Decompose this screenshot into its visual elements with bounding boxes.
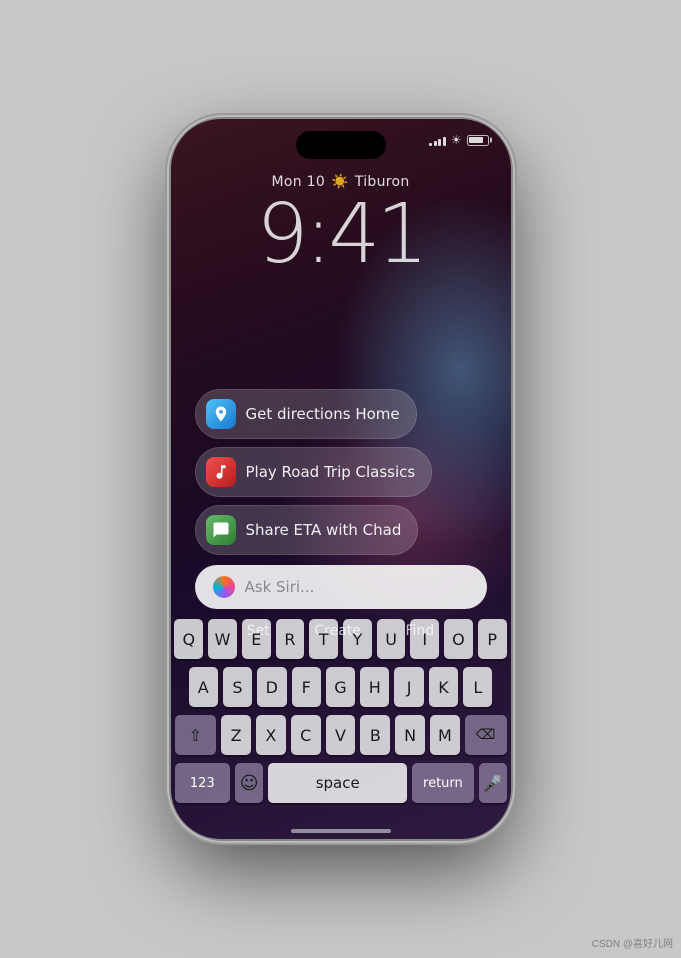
suggestion-music-label: Play Road Trip Classics (246, 463, 416, 481)
key-a[interactable]: A (189, 667, 218, 707)
signal-icon (429, 135, 446, 146)
key-v[interactable]: V (326, 715, 356, 755)
key-p[interactable]: P (478, 619, 507, 659)
keyboard-row-3: ⇧ Z X C V B N M ⌫ (175, 715, 507, 755)
battery-icon (467, 135, 489, 146)
key-n[interactable]: N (395, 715, 425, 755)
shift-key[interactable]: ⇧ (175, 715, 217, 755)
keyboard-row-2: A S D F G H J K L (175, 667, 507, 707)
siri-orb-icon (213, 576, 235, 598)
phone-device: ☀ Mon 10 ☀️ Tiburon 9:41 Get directions … (171, 119, 511, 839)
siri-input-row[interactable]: Ask Siri... (195, 565, 487, 609)
key-q[interactable]: Q (174, 619, 203, 659)
delete-key[interactable]: ⌫ (465, 715, 507, 755)
keyboard: Q W E R T Y U I O P A S D F G H J K L ⇧ … (171, 619, 511, 811)
home-indicator (291, 829, 391, 833)
emoji-key[interactable]: ☺ (235, 763, 263, 803)
key-w[interactable]: W (208, 619, 237, 659)
key-m[interactable]: M (430, 715, 460, 755)
wifi-icon: ☀ (451, 133, 462, 147)
suggestion-directions[interactable]: Get directions Home (195, 389, 417, 439)
siri-suggestions-area: Get directions Home Play Road Trip Class… (171, 389, 511, 645)
dynamic-island (296, 131, 386, 159)
key-i[interactable]: I (410, 619, 439, 659)
keyboard-row-1: Q W E R T Y U I O P (175, 619, 507, 659)
siri-placeholder: Ask Siri... (245, 578, 469, 596)
key-c[interactable]: C (291, 715, 321, 755)
key-k[interactable]: K (429, 667, 458, 707)
dictate-key[interactable]: 🎤 (479, 763, 507, 803)
key-x[interactable]: X (256, 715, 286, 755)
space-key[interactable]: space (268, 763, 407, 803)
key-h[interactable]: H (360, 667, 389, 707)
key-b[interactable]: B (360, 715, 390, 755)
key-r[interactable]: R (276, 619, 305, 659)
key-l[interactable]: L (463, 667, 492, 707)
key-e[interactable]: E (242, 619, 271, 659)
lockscreen-top: Mon 10 ☀️ Tiburon 9:41 (171, 174, 511, 276)
watermark: CSDN @喜好儿网 (592, 935, 673, 950)
suggestion-music[interactable]: Play Road Trip Classics (195, 447, 433, 497)
key-y[interactable]: Y (343, 619, 372, 659)
key-g[interactable]: G (326, 667, 355, 707)
key-d[interactable]: D (257, 667, 286, 707)
suggestion-directions-label: Get directions Home (246, 405, 400, 423)
key-u[interactable]: U (377, 619, 406, 659)
music-icon (206, 457, 236, 487)
maps-icon (206, 399, 236, 429)
key-o[interactable]: O (444, 619, 473, 659)
key-s[interactable]: S (223, 667, 252, 707)
keyboard-row-bottom: 123 ☺ space return 🎤 (175, 763, 507, 803)
key-123[interactable]: 123 (175, 763, 231, 803)
suggestion-messages[interactable]: Share ETA with Chad (195, 505, 419, 555)
key-f[interactable]: F (292, 667, 321, 707)
return-key[interactable]: return (412, 763, 473, 803)
key-z[interactable]: Z (221, 715, 251, 755)
suggestion-messages-label: Share ETA with Chad (246, 521, 402, 539)
key-j[interactable]: J (394, 667, 423, 707)
lock-time: 9:41 (171, 194, 511, 276)
key-t[interactable]: T (309, 619, 338, 659)
messages-icon (206, 515, 236, 545)
